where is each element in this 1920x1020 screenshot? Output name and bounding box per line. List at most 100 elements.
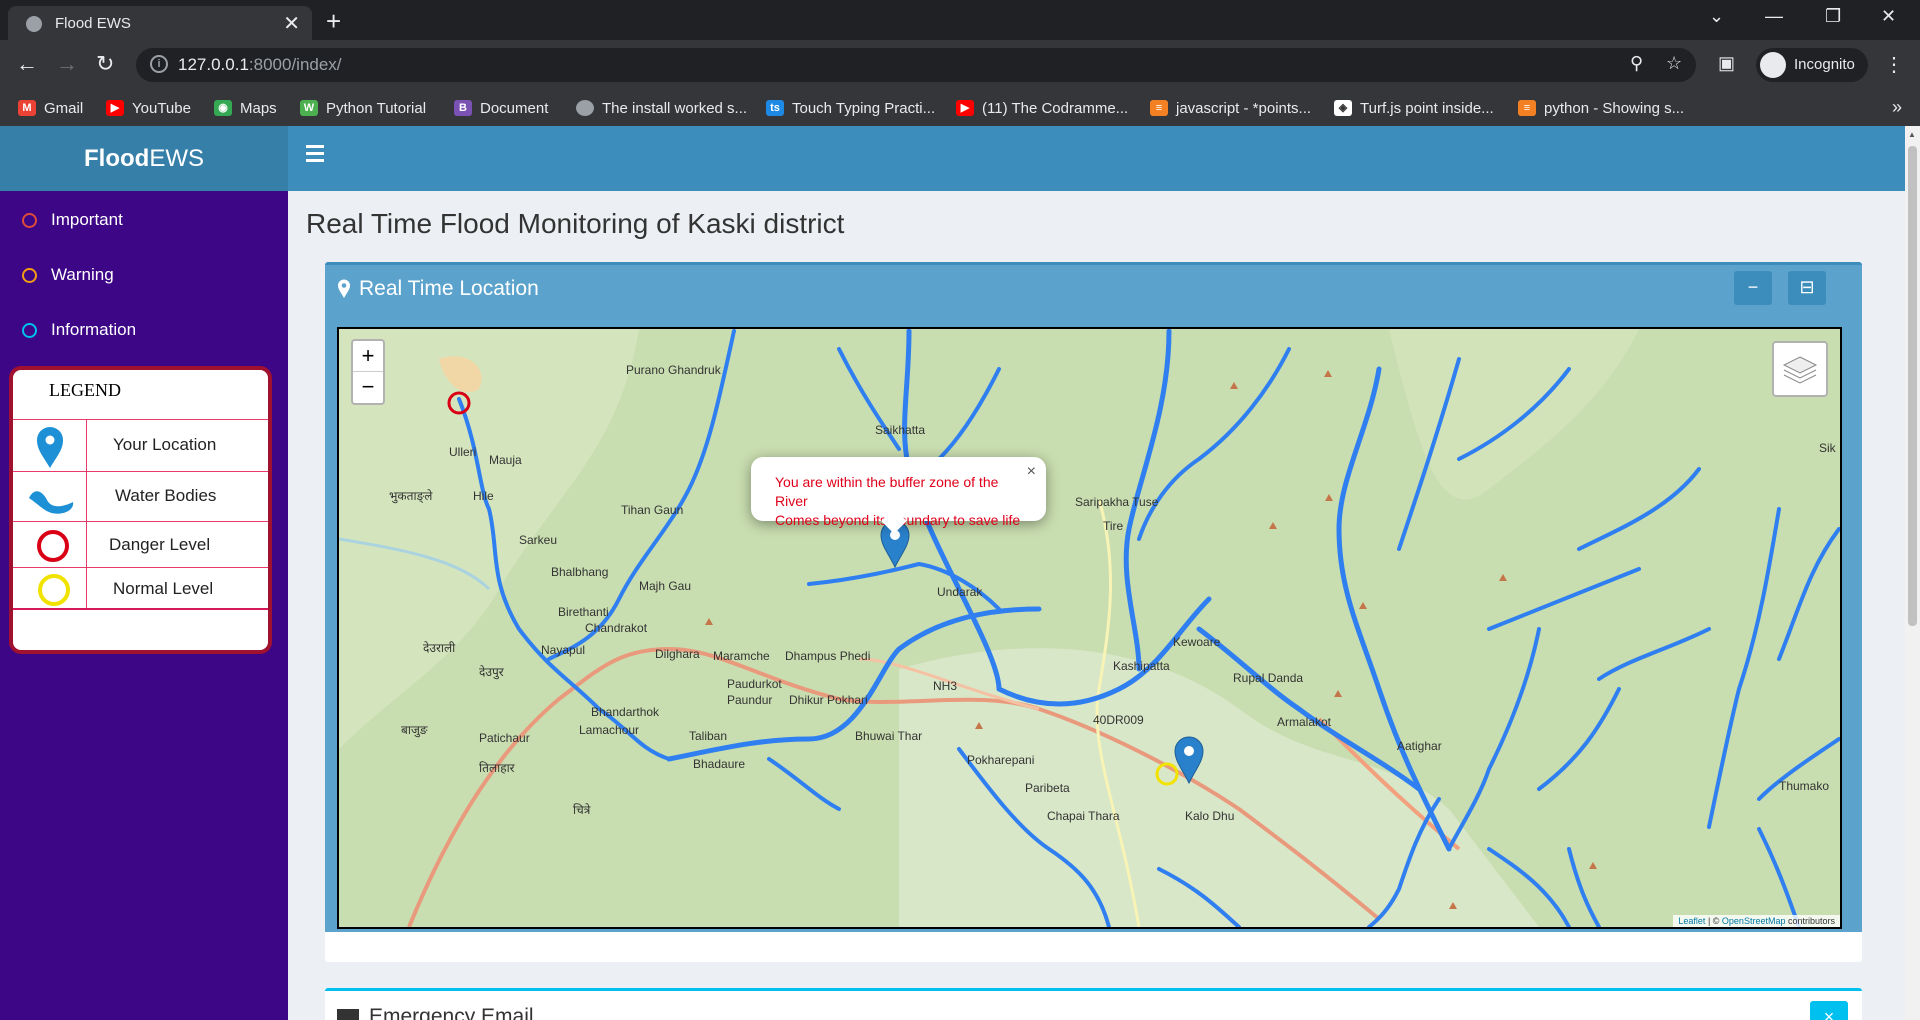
map-place-label: Bhuwai Thar	[855, 729, 923, 743]
page-scrollbar[interactable]: ▲	[1905, 126, 1920, 1020]
collapse-button[interactable]: −	[1734, 271, 1772, 305]
map-place-label: Kalo Dhu	[1185, 809, 1235, 823]
window-close-icon[interactable]: ✕	[1881, 6, 1896, 27]
osm-link[interactable]: OpenStreetMap	[1722, 916, 1786, 926]
bookmark-python-tutorial[interactable]: W Python Tutorial	[300, 96, 426, 120]
app-logo[interactable]: FloodEWS	[0, 126, 288, 191]
bookmark-maps[interactable]: ◉ Maps	[214, 96, 277, 120]
side-panel-icon[interactable]: ▣	[1718, 53, 1735, 74]
map-place-label: Maramche	[713, 649, 770, 663]
w3schools-icon: W	[300, 100, 318, 116]
scrollbar-thumb[interactable]	[1908, 146, 1917, 626]
map-place-label: Armalakot	[1277, 715, 1332, 729]
map-place-label: Bhadaure	[693, 757, 746, 771]
maps-icon: ◉	[214, 100, 232, 116]
bookmark-youtube[interactable]: ▶ YouTube	[106, 96, 191, 120]
map-place-label: Patichaur	[479, 731, 530, 745]
box-header: Real Time Location − ⊟	[325, 265, 1862, 317]
globe-icon	[576, 100, 594, 116]
browser-tab[interactable]: Flood EWS ✕	[8, 6, 312, 40]
restore-icon[interactable]: ❐	[1825, 6, 1841, 27]
sidebar-item-important[interactable]: Important	[22, 210, 123, 230]
box-title: Emergency Email	[369, 1005, 534, 1020]
leaflet-map[interactable]: Purano Ghandruk Saikhatta Ulleri Mauja भ…	[337, 327, 1842, 929]
zoom-out-button[interactable]: −	[353, 372, 383, 403]
map-place-label: भुकताङ्ले	[389, 489, 433, 503]
zoom-in-button[interactable]: +	[353, 341, 383, 372]
circle-icon	[22, 322, 37, 338]
menu-kebab-icon[interactable]: ⋮	[1884, 52, 1904, 77]
tab-close-icon[interactable]: ✕	[283, 11, 300, 36]
layers-icon	[1782, 356, 1818, 384]
bookmark-install[interactable]: The install worked s...	[576, 96, 747, 120]
tab-search-icon[interactable]: ⌄	[1709, 6, 1724, 27]
incognito-badge[interactable]: Incognito	[1756, 48, 1868, 82]
map-place-label: बाजुङ	[401, 723, 428, 737]
map-place-label: NH3	[933, 679, 958, 693]
map-place-label: Dhampus Phedi	[785, 649, 871, 663]
maximize-button[interactable]: ⊟	[1788, 271, 1826, 305]
top-navbar	[288, 126, 1905, 191]
bookmark-javascript[interactable]: ≡ javascript - *points...	[1150, 96, 1311, 120]
reload-icon[interactable]: ↻	[96, 51, 114, 77]
envelope-icon	[337, 1009, 359, 1020]
sidebar-item-information[interactable]: Information	[22, 320, 136, 340]
map-place-label: Paundur	[727, 693, 773, 707]
map-place-label: Rupal Danda	[1233, 671, 1304, 685]
zoom-control: + −	[351, 339, 385, 405]
url-field[interactable]: i 127.0.0.1:8000/index/ ⚲ ☆	[136, 48, 1696, 82]
window-icon: ⊟	[1799, 277, 1815, 297]
back-icon[interactable]: ←	[16, 51, 38, 77]
sidebar: FloodEWS Important Warning Information L…	[0, 126, 288, 1020]
popup-close-icon[interactable]: ×	[1027, 462, 1036, 481]
map-place-label: Bhalbhang	[551, 565, 609, 579]
bookmark-gmail[interactable]: M Gmail	[18, 96, 83, 120]
youtube-icon: ▶	[956, 100, 974, 116]
minimize-icon[interactable]: —	[1765, 6, 1783, 27]
map-place-label: Majh Gau	[639, 579, 692, 593]
map-place-label: Kewoare	[1173, 635, 1221, 649]
layers-control[interactable]	[1772, 341, 1828, 397]
map-attribution: Leaflet | © OpenStreetMap contributors	[1673, 915, 1840, 927]
map-place-label: Birethanti	[558, 605, 609, 619]
map-place-label: Mauja	[489, 453, 522, 467]
real-time-location-box: Real Time Location − ⊟ Purano Ghandruk S…	[325, 262, 1862, 962]
forward-icon[interactable]: →	[56, 51, 78, 77]
circle-icon	[22, 212, 37, 228]
sidebar-item-warning[interactable]: Warning	[22, 265, 114, 285]
hamburger-icon[interactable]	[306, 145, 324, 162]
bookmark-document[interactable]: B Document	[454, 96, 548, 120]
map-place-label: Purano Ghandruk	[626, 363, 721, 377]
bookmark-star-icon[interactable]: ☆	[1666, 53, 1682, 74]
water-drop-icon	[29, 491, 74, 514]
map-place-label: Pokharepani	[967, 753, 1035, 767]
turf-icon: ◈	[1334, 100, 1352, 116]
location-icon[interactable]: ⚲	[1630, 53, 1643, 74]
bookmark-turf[interactable]: ◈ Turf.js point inside...	[1334, 96, 1494, 120]
remove-button[interactable]: ×	[1810, 1001, 1848, 1020]
map-place-label: देउराली	[423, 641, 456, 655]
leaflet-link[interactable]: Leaflet	[1678, 916, 1705, 926]
box-body: Purano Ghandruk Saikhatta Ulleri Mauja भ…	[325, 317, 1862, 932]
bookmark-codramme[interactable]: ▶ (11) The Codramme...	[956, 96, 1128, 120]
site-info-icon[interactable]: i	[150, 55, 168, 73]
buffer-zone-popup: × You are within the buffer zone of the …	[751, 457, 1046, 534]
map-pin-icon	[37, 427, 63, 468]
scroll-up-icon[interactable]: ▲	[1908, 130, 1916, 139]
map-place-label: Dhikur Pokhari	[789, 693, 868, 707]
map-legend: LEGEND Your Location Water Bodies Danger…	[9, 366, 272, 654]
bookmarks-overflow-icon[interactable]: »	[1892, 97, 1902, 118]
bookmark-typing[interactable]: ts Touch Typing Practi...	[766, 96, 935, 120]
stackoverflow-icon: ≡	[1518, 100, 1536, 116]
bookmarks-bar: M Gmail ▶ YouTube ◉ Maps W Python Tutorial B…	[0, 90, 1920, 126]
new-tab-button[interactable]: +	[326, 6, 341, 37]
map-place-label: 40DR009	[1093, 713, 1144, 727]
legend-row-water: Water Bodies	[13, 472, 268, 522]
emergency-email-box: Emergency Email ×	[325, 988, 1862, 1020]
map-canvas	[339, 329, 1840, 927]
url-host: 127.0.0.1	[178, 55, 249, 74]
map-place-label: Saripakha Tuse	[1075, 495, 1159, 509]
legend-row-normal: Normal Level	[13, 568, 268, 610]
bookmark-python-showing[interactable]: ≡ python - Showing s...	[1518, 96, 1684, 120]
youtube-icon: ▶	[106, 100, 124, 116]
